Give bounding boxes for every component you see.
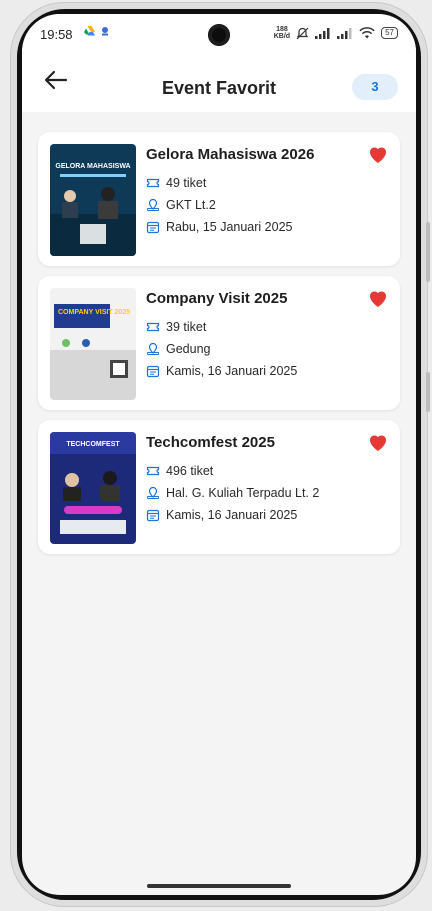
status-bar: 19:58 188 KB/d 57	[22, 14, 416, 50]
event-location: Gedung	[166, 342, 211, 356]
ticket-icon	[146, 178, 160, 188]
event-poster: GELORA MAHASISWA	[50, 144, 136, 256]
ticket-icon	[146, 466, 160, 476]
event-title: Techcomfest 2025	[146, 434, 275, 451]
event-card[interactable]: COMPANY VISIT 2025 Company Visit 2025 39…	[38, 276, 400, 410]
poster-text: COMPANY VISIT 2025	[58, 309, 130, 316]
volume-button	[426, 222, 430, 282]
favorite-heart-icon[interactable]	[366, 430, 390, 454]
date-row: Rabu, 15 Januari 2025	[146, 220, 292, 234]
ticket-icon	[146, 322, 160, 332]
ticket-row: 49 tiket	[146, 176, 206, 190]
date-row: Kamis, 16 Januari 2025	[146, 364, 297, 378]
signal-icon	[315, 27, 330, 39]
ticket-count: 496 tiket	[166, 464, 214, 478]
event-poster: COMPANY VISIT 2025	[50, 288, 136, 400]
date-row: Kamis, 16 Januari 2025	[146, 508, 297, 522]
status-icons: 188 KB/d 57	[274, 26, 398, 40]
favorite-heart-icon[interactable]	[366, 286, 390, 310]
event-poster: TECHCOMFEST	[50, 432, 136, 544]
screen: 19:58 188 KB/d 57 Event Favorit 3 GELORA…	[22, 14, 416, 895]
poster-text: TECHCOMFEST	[66, 441, 120, 448]
favorite-heart-icon[interactable]	[366, 142, 390, 166]
event-card[interactable]: TECHCOMFEST Techcomfest 2025 496 tiket H…	[38, 420, 400, 554]
front-camera	[208, 24, 230, 46]
event-title: Company Visit 2025	[146, 290, 288, 307]
favorite-count-badge: 3	[352, 74, 398, 100]
drive-icon	[84, 26, 95, 39]
event-date: Kamis, 16 Januari 2025	[166, 508, 298, 522]
poster-text: GELORA MAHASISWA	[55, 163, 130, 170]
event-date: Kamis, 16 Januari 2025	[166, 364, 298, 378]
network-speed: 188 KB/d	[273, 26, 291, 40]
app-notification-icon	[100, 26, 110, 39]
wifi-icon	[359, 27, 375, 39]
phone-frame: 19:58 188 KB/d 57 Event Favorit 3 GELORA…	[10, 2, 430, 907]
calendar-icon	[146, 365, 160, 378]
event-location: Hal. G. Kuliah Terpadu Lt. 2	[166, 486, 320, 500]
ticket-count: 49 tiket	[166, 176, 207, 190]
battery-icon: 57	[381, 27, 398, 39]
calendar-icon	[146, 509, 160, 522]
power-button	[426, 372, 430, 412]
event-location: GKT Lt.2	[166, 198, 216, 212]
event-card[interactable]: GELORA MAHASISWA Gelora Mahasiswa 2026 4…	[38, 132, 400, 266]
location-icon	[147, 486, 159, 499]
signal-icon-2	[337, 27, 352, 39]
gesture-nav-bar[interactable]	[147, 884, 291, 888]
event-title: Gelora Mahasiswa 2026	[146, 146, 315, 163]
location-row: Hal. G. Kuliah Terpadu Lt. 2	[146, 486, 319, 500]
location-icon	[147, 198, 159, 211]
ticket-row: 496 tiket	[146, 464, 213, 478]
mute-bell-icon	[296, 27, 309, 39]
event-date: Rabu, 15 Januari 2025	[166, 220, 293, 234]
ticket-count: 39 tiket	[166, 320, 207, 334]
location-row: GKT Lt.2	[146, 198, 216, 212]
app-bar: Event Favorit 3	[22, 50, 416, 112]
ticket-row: 39 tiket	[146, 320, 206, 334]
status-time: 19:58	[40, 27, 73, 42]
location-row: Gedung	[146, 342, 210, 356]
location-icon	[147, 342, 159, 355]
calendar-icon	[146, 221, 160, 234]
